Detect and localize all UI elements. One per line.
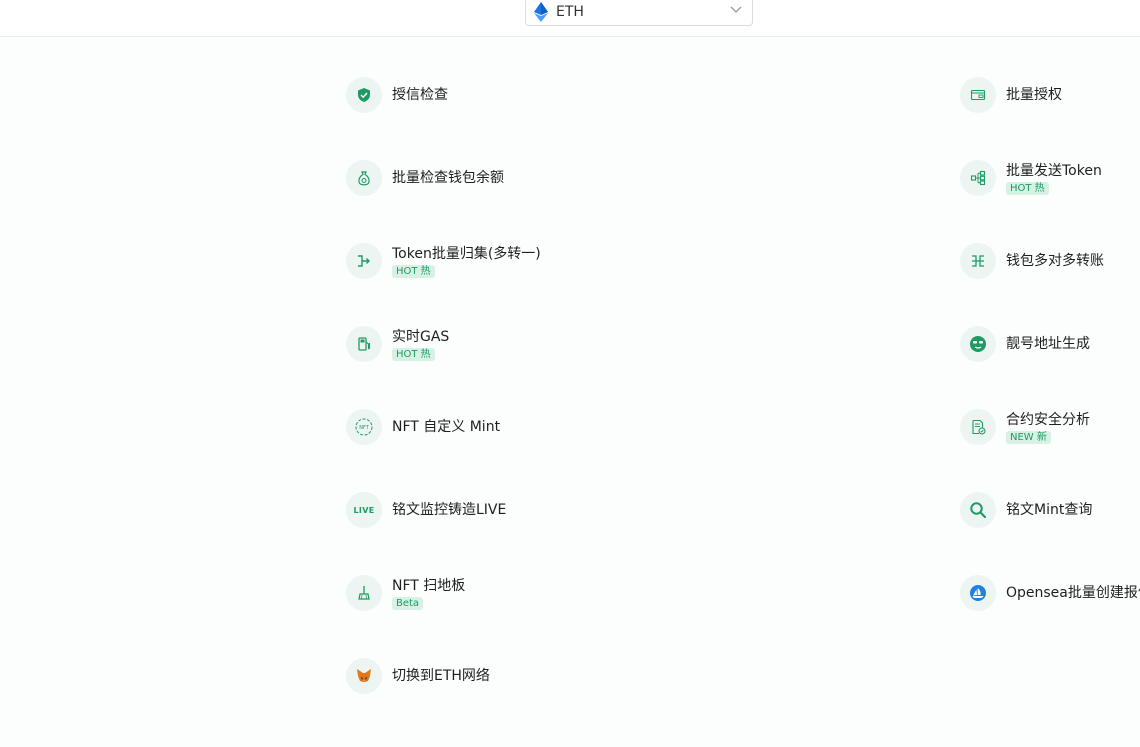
beta-badge: Beta	[392, 596, 424, 610]
split-send-icon	[960, 160, 996, 196]
tool-inscription-mint-query[interactable]: 铭文Mint查询	[960, 492, 1092, 528]
live-icon-text: LIVE	[353, 505, 375, 515]
tool-inscription-monitor[interactable]: LIVE 铭文监控铸造LIVE	[346, 492, 506, 528]
opensea-icon	[960, 575, 996, 611]
tool-opensea-batch-offer[interactable]: Opensea批量创建报价	[960, 575, 1140, 611]
hot-badge: HOT 热	[392, 347, 435, 361]
metamask-fox-icon	[346, 658, 382, 694]
tool-approval-check[interactable]: 授信检查	[346, 77, 448, 113]
tool-batch-approve[interactable]: 批量授权	[960, 77, 1062, 113]
tool-name: 铭文Mint查询	[1006, 502, 1093, 518]
nft-icon: NFT	[346, 409, 382, 445]
chain-select[interactable]: ETH	[525, 0, 753, 26]
broom-icon	[346, 575, 382, 611]
live-icon: LIVE	[346, 492, 382, 528]
tool-name: 合约安全分析	[1006, 411, 1090, 428]
tool-realtime-gas[interactable]: 实时GAS HOT 热	[346, 326, 449, 362]
tool-name: 授信检查	[392, 87, 448, 103]
gas-pump-icon	[346, 326, 382, 362]
money-bag-icon	[346, 160, 382, 196]
search-icon	[960, 492, 996, 528]
tool-token-collect[interactable]: Token批量归集(多转一) HOT 热	[346, 243, 541, 279]
tool-name: NFT 扫地板	[392, 577, 466, 594]
tool-vanity-address[interactable]: 靓号地址生成	[960, 326, 1090, 362]
tool-name: 批量授权	[1006, 87, 1062, 103]
tool-name: 实时GAS	[392, 328, 450, 345]
tool-name: Opensea批量创建报价	[1006, 585, 1140, 601]
tool-name: 钱包多对多转账	[1006, 253, 1104, 269]
tool-nft-mint[interactable]: NFT NFT 自定义 Mint	[346, 409, 500, 445]
tool-batch-balance[interactable]: 批量检查钱包余额	[346, 160, 504, 196]
tool-contract-security[interactable]: 合约安全分析 NEW 新	[960, 409, 1090, 445]
chain-select-label: ETH	[556, 3, 584, 20]
card-auth-icon	[960, 77, 996, 113]
tool-nft-sweep[interactable]: NFT 扫地板 Beta	[346, 575, 465, 611]
tool-name: NFT 自定义 Mint	[392, 419, 501, 435]
top-bar: ETH	[0, 0, 1140, 37]
tool-name: 靓号地址生成	[1006, 336, 1090, 352]
tool-switch-eth-network[interactable]: 切换到ETH网络	[346, 658, 490, 694]
new-badge: NEW 新	[1006, 430, 1051, 444]
shield-check-icon	[346, 77, 382, 113]
tool-batch-send-token[interactable]: 批量发送Token HOT 热	[960, 160, 1102, 196]
tool-many-to-many[interactable]: 钱包多对多转账	[960, 243, 1104, 279]
merge-arrow-icon	[346, 243, 382, 279]
cool-face-icon	[960, 326, 996, 362]
hot-badge: HOT 热	[1006, 181, 1049, 195]
tool-name: 切换到ETH网络	[392, 668, 490, 684]
tool-name: 批量检查钱包余额	[392, 170, 504, 186]
tool-name: 铭文监控铸造LIVE	[392, 502, 507, 518]
hot-badge: HOT 热	[392, 264, 435, 278]
tool-name: Token批量归集(多转一)	[392, 245, 541, 262]
chevron-down-icon	[730, 6, 742, 14]
ethereum-icon	[534, 1, 548, 22]
contract-check-icon	[960, 409, 996, 445]
nft-icon-text: NFT	[359, 425, 370, 431]
many-to-many-icon	[960, 243, 996, 279]
tool-name: 批量发送Token	[1006, 162, 1102, 179]
